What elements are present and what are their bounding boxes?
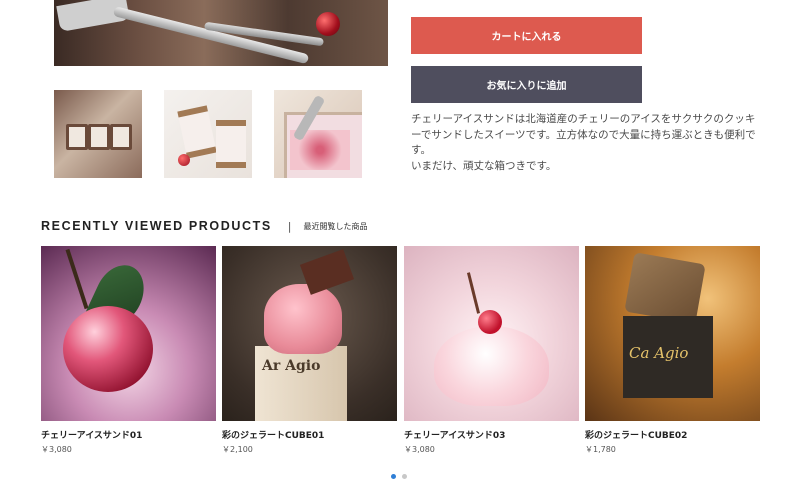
gelato-shape [264, 284, 342, 354]
product-main-image [54, 0, 388, 66]
carousel-pagination [0, 474, 798, 479]
product-card-image[interactable]: Ca Agio [585, 246, 760, 421]
cherry-shape [316, 12, 340, 36]
product-card-name[interactable]: チェリーアイスサンド01 [41, 428, 216, 441]
ice-sandwich-shape [66, 124, 88, 150]
ice-sandwich-shape [177, 105, 217, 159]
cube-logo-text: Ar Agio [262, 358, 321, 374]
cherry-shape [478, 310, 502, 334]
product-card[interactable]: Ca Agio 彩のジェラートCUBE02 ￥1,780 [585, 246, 760, 455]
product-card-image[interactable]: Ar Agio [222, 246, 397, 421]
chocolate-shape [299, 249, 355, 295]
product-card-name[interactable]: 彩のジェラートCUBE01 [222, 428, 397, 441]
description-paragraph-2: いまだけ、頑丈な箱つきです。 [411, 159, 557, 172]
product-card[interactable]: チェリーアイスサンド03 ￥3,080 [404, 246, 579, 455]
product-card-image[interactable] [404, 246, 579, 421]
chocolate-shape [624, 252, 706, 324]
ice-sandwich-shape [110, 124, 132, 150]
product-card[interactable]: Ar Agio 彩のジェラートCUBE01 ￥2,100 [222, 246, 397, 455]
recently-viewed-header: RECENTLY VIEWED PRODUCTS | 最近閲覧した商品 [41, 219, 368, 233]
product-card-price: ￥3,080 [41, 445, 72, 454]
header-separator: | [287, 219, 292, 233]
product-thumbnail-1[interactable] [54, 90, 142, 178]
recently-viewed-subtitle: 最近閲覧した商品 [303, 221, 368, 231]
ice-sandwich-shape [216, 120, 246, 168]
product-card[interactable]: チェリーアイスサンド01 ￥3,080 [41, 246, 216, 455]
ice-dome-shape [434, 326, 549, 406]
recently-viewed-title: RECENTLY VIEWED PRODUCTS [41, 219, 272, 233]
add-to-cart-button[interactable]: カートに入れる [411, 17, 642, 54]
cherry-shape [63, 306, 153, 392]
product-card-name[interactable]: チェリーアイスサンド03 [404, 428, 579, 441]
product-card-price: ￥3,080 [404, 445, 435, 454]
cherry-stem-shape [466, 272, 481, 314]
cherry-shape [178, 154, 190, 166]
product-description: チェリーアイスサンドは北海道産のチェリーのアイスをサクサクのクッキーでサンドした… [411, 112, 761, 174]
cube-logo-text: Ca Agio [629, 344, 689, 362]
ice-sandwich-shape [88, 124, 110, 150]
description-paragraph-1: チェリーアイスサンドは北海道産のチェリーのアイスをサクサクのクッキーでサンドした… [411, 113, 756, 156]
carousel-dot-2[interactable] [402, 474, 407, 479]
product-thumbnail-3[interactable] [274, 90, 362, 178]
add-to-favorites-button[interactable]: お気に入りに追加 [411, 66, 642, 103]
product-card-name[interactable]: 彩のジェラートCUBE02 [585, 428, 760, 441]
product-card-image[interactable] [41, 246, 216, 421]
product-card-price: ￥2,100 [222, 445, 253, 454]
product-card-price: ￥1,780 [585, 445, 616, 454]
cherry-stem-shape [65, 248, 89, 310]
product-thumbnail-2[interactable] [164, 90, 252, 178]
carousel-dot-1[interactable] [391, 474, 396, 479]
